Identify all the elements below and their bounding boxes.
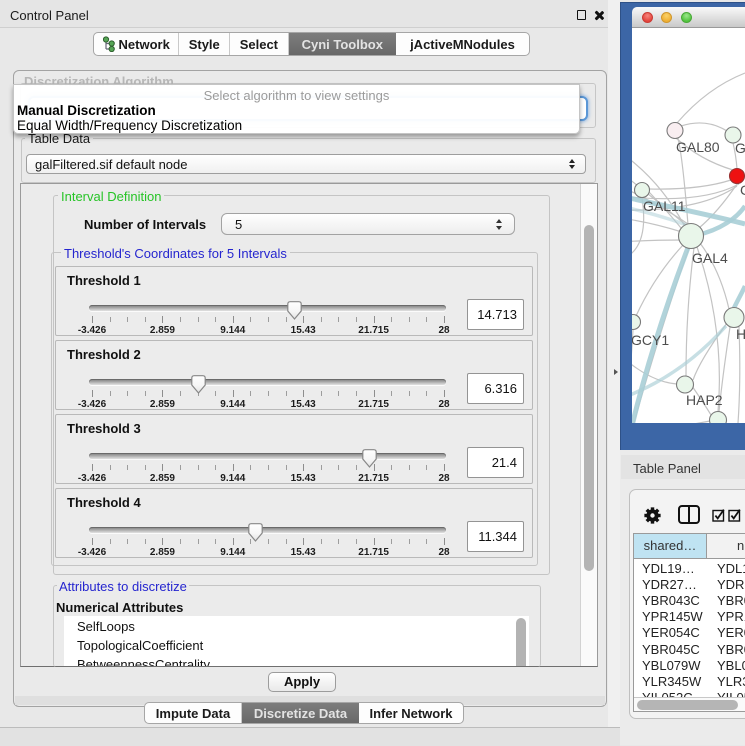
svg-text:GA: GA [735,140,745,156]
svg-text:HAP2: HAP2 [686,392,723,408]
svg-text:GCY1: GCY1 [632,332,669,348]
svg-text:GAL4: GAL4 [692,250,728,266]
svg-text:H: H [736,326,745,342]
svg-text:GAL80: GAL80 [676,139,720,155]
svg-text:C: C [740,182,745,198]
svg-text:GAL11: GAL11 [643,198,686,214]
